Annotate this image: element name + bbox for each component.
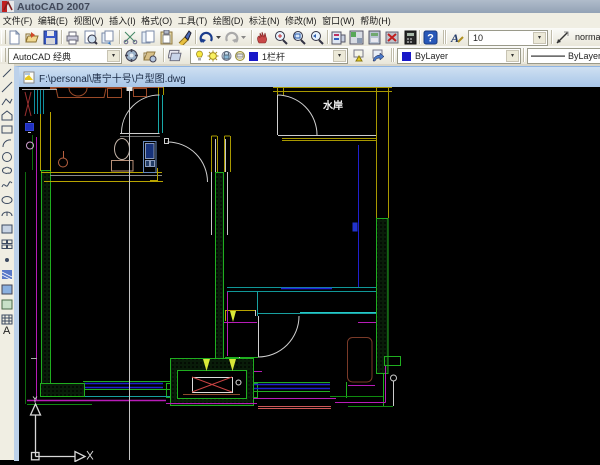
- svg-text:水岸: 水岸: [322, 99, 343, 112]
- svg-text:A: A: [3, 325, 11, 337]
- svg-text:A: A: [450, 31, 459, 45]
- svg-text:?: ?: [427, 33, 434, 45]
